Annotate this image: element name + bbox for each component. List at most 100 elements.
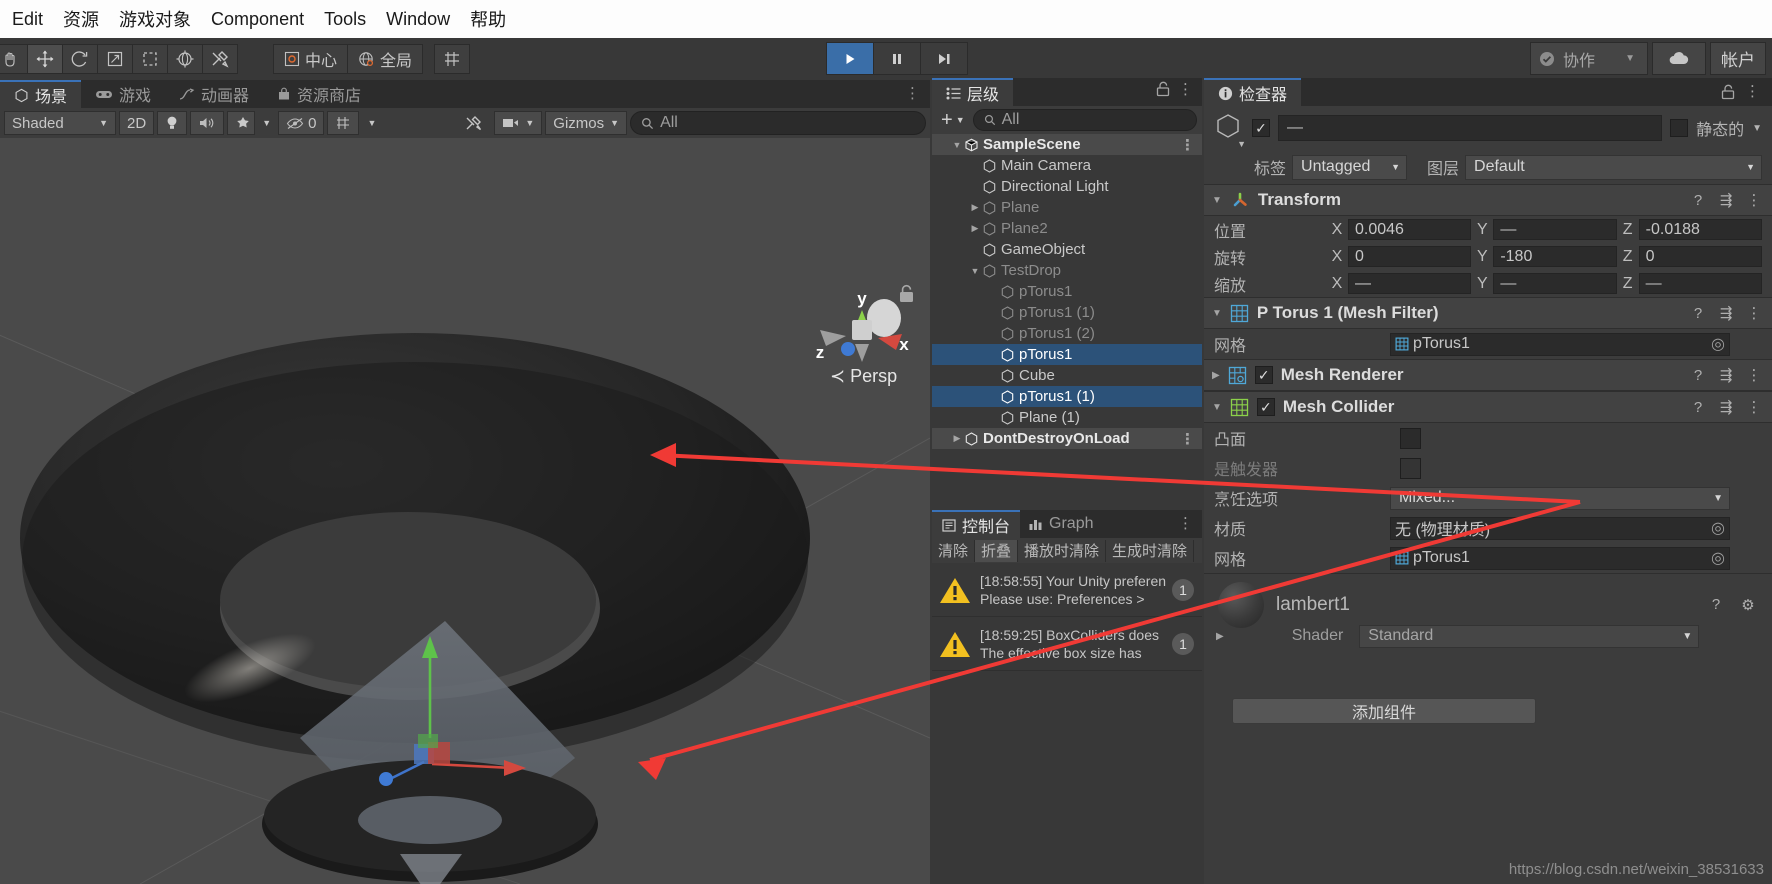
foldout-closed-icon[interactable]: ▶ <box>1212 370 1220 381</box>
tag-dropdown[interactable]: Untagged ▼ <box>1292 154 1408 180</box>
foldout-open-icon[interactable]: ▼ <box>1212 195 1222 206</box>
mesh-filter-component-header[interactable]: ▼ P Torus 1 (Mesh Filter) ? ⇶ ⋮ <box>1204 297 1772 329</box>
scene-layers-dropdown[interactable]: ▼ <box>362 111 382 135</box>
collider-mesh-field[interactable]: pTorus1 ◎ <box>1390 546 1730 570</box>
foldout-closed-icon[interactable]: ▶ <box>1216 631 1224 642</box>
tab-hierarchy[interactable]: 层级 <box>932 78 1014 106</box>
kebab-icon[interactable]: ⋮ <box>1180 430 1195 448</box>
transform-tool-button[interactable] <box>167 44 203 74</box>
menu-item-window[interactable]: Window <box>386 9 450 30</box>
is-trigger-checkbox[interactable] <box>1400 457 1421 479</box>
object-name-input[interactable]: — <box>1278 115 1663 141</box>
console-button-清除[interactable]: 清除 <box>932 539 976 562</box>
hierarchy-item-samplescene[interactable]: ▼ SampleScene ⋮ <box>932 134 1202 155</box>
tab-console[interactable]: 控制台 <box>932 510 1021 538</box>
hierarchy-kebab-icon[interactable]: ⋮ <box>1171 80 1202 104</box>
help-icon[interactable]: ? <box>1688 192 1708 209</box>
help-icon[interactable]: ? <box>1688 367 1708 384</box>
hierarchy-list[interactable]: ▼ SampleScene ⋮ Main Camera Directional Ligh… <box>932 134 1202 508</box>
menu-item-help[interactable]: 帮助 <box>470 6 506 32</box>
hierarchy-item-directional-light[interactable]: Directional Light <box>932 176 1202 197</box>
hierarchy-item-gameobject[interactable]: GameObject <box>932 239 1202 260</box>
convex-checkbox[interactable] <box>1400 427 1421 449</box>
help-icon[interactable]: ? <box>1688 399 1708 416</box>
menu-item-edit[interactable]: Edit <box>12 9 43 30</box>
pivot-mode-button[interactable]: 中心 <box>273 44 349 74</box>
scale-tool-button[interactable] <box>97 44 133 74</box>
scene-fx-dropdown[interactable]: ▼ <box>258 111 276 135</box>
transform-field-z[interactable]: 0 <box>1638 246 1762 267</box>
tab-scene[interactable]: 场景 <box>0 80 82 108</box>
object-type-icon[interactable]: ▼ <box>1214 112 1246 149</box>
foldout-closed-icon[interactable]: ▶ <box>950 433 964 444</box>
menu-item-gameobject[interactable]: 游戏对象 <box>119 6 191 32</box>
mesh-collider-component-header[interactable]: ▼ ✓ Mesh Collider ? ⇶ ⋮ <box>1204 391 1772 423</box>
lock-icon[interactable] <box>1155 81 1171 97</box>
console-log-entry[interactable]: [18:58:55] Your Unity preferen Please use… <box>932 563 1202 617</box>
object-picker-icon[interactable]: ◎ <box>1711 334 1725 354</box>
hierarchy-item-ptorus1-1[interactable]: pTorus1 (1) <box>932 386 1202 407</box>
scene-gizmos-tool-button[interactable] <box>457 111 492 135</box>
shading-mode-dropdown[interactable]: Shaded ▼ <box>4 111 116 135</box>
scene-audio-button[interactable] <box>190 111 225 135</box>
scene-viewport[interactable]: y x z ≺ Persp <box>0 138 930 884</box>
foldout-closed-icon[interactable]: ▶ <box>968 223 982 234</box>
hierarchy-item-ptorus1-2[interactable]: pTorus1 (2) <box>932 323 1202 344</box>
shader-dropdown[interactable]: Standard ▼ <box>1359 624 1700 648</box>
console-kebab-icon[interactable]: ⋮ <box>1178 514 1202 538</box>
space-mode-button[interactable]: 全局 <box>347 44 424 74</box>
transform-field-x[interactable]: — <box>1348 273 1472 294</box>
foldout-open-icon[interactable]: ▼ <box>1212 308 1222 319</box>
rotate-tool-button[interactable] <box>62 44 98 74</box>
hierarchy-item-plane2[interactable]: ▶ Plane2 <box>932 218 1202 239</box>
scene-layers-button[interactable] <box>327 111 360 135</box>
preset-icon[interactable]: ⇶ <box>1716 304 1736 322</box>
transform-component-header[interactable]: ▼ Transform ? ⇶ ⋮ <box>1204 184 1772 216</box>
create-object-button[interactable]: + ▼ <box>937 109 969 132</box>
hierarchy-item-ptorus1-1[interactable]: pTorus1 (1) <box>932 302 1202 323</box>
mesh-renderer-enabled-checkbox[interactable]: ✓ <box>1254 366 1273 384</box>
kebab-icon[interactable]: ⋮ <box>1744 366 1764 384</box>
object-picker-icon[interactable]: ◎ <box>1711 518 1725 538</box>
scene-visibility-button[interactable]: 0 <box>278 111 325 135</box>
hierarchy-item-plane-1[interactable]: Plane (1) <box>932 407 1202 428</box>
console-button-生成时清除[interactable]: 生成时清除 <box>1106 539 1195 562</box>
cooking-options-dropdown[interactable]: Mixed... ▼ <box>1390 486 1730 510</box>
kebab-icon[interactable]: ⋮ <box>1744 398 1764 416</box>
hierarchy-item-cube[interactable]: Cube <box>932 365 1202 386</box>
menu-item-component[interactable]: Component <box>211 9 304 30</box>
help-icon[interactable]: ? <box>1706 596 1726 613</box>
console-log-entry[interactable]: [18:59:25] BoxColliders does The effectiv… <box>932 617 1202 671</box>
transform-field-x[interactable]: 0.0046 <box>1348 219 1472 240</box>
persp-label-group[interactable]: ≺ Persp <box>830 366 897 387</box>
hierarchy-item-ptorus1[interactable]: pTorus1 <box>932 344 1202 365</box>
static-checkbox[interactable] <box>1670 119 1689 137</box>
kebab-icon[interactable]: ⋮ <box>1180 136 1195 154</box>
hierarchy-item-plane[interactable]: ▶ Plane <box>932 197 1202 218</box>
tab-asset-store[interactable]: 资源商店 <box>263 80 376 108</box>
foldout-open-icon[interactable]: ▼ <box>1212 402 1222 413</box>
account-button[interactable]: 帐户 <box>1710 42 1766 75</box>
kebab-icon[interactable]: ⋮ <box>1744 304 1764 322</box>
collab-button[interactable]: 协作 ▼ <box>1530 42 1648 75</box>
preset-icon[interactable]: ⇶ <box>1716 398 1736 416</box>
transform-field-z[interactable]: — <box>1638 273 1762 294</box>
transform-field-y[interactable]: — <box>1493 219 1617 240</box>
inspector-kebab-icon[interactable]: ⋮ <box>1736 82 1772 106</box>
move-tool-button[interactable] <box>27 44 63 74</box>
step-button[interactable] <box>920 42 968 75</box>
menu-item-tools[interactable]: Tools <box>324 9 366 30</box>
help-icon[interactable]: ? <box>1688 305 1708 322</box>
hand-tool-button[interactable] <box>0 44 28 74</box>
gear-icon[interactable]: ⚙ <box>1738 596 1758 614</box>
tab-inspector[interactable]: 检查器 <box>1204 78 1302 106</box>
mesh-collider-enabled-checkbox[interactable]: ✓ <box>1256 398 1275 416</box>
console-log-list[interactable]: [18:58:55] Your Unity preferen Please use… <box>932 563 1202 884</box>
gizmos-dropdown[interactable]: Gizmos ▼ <box>545 111 628 135</box>
tab-animator[interactable]: 动画器 <box>165 80 264 108</box>
layer-dropdown[interactable]: Default ▼ <box>1465 154 1762 180</box>
add-component-button[interactable]: 添加组件 <box>1232 698 1536 724</box>
mesh-renderer-component-header[interactable]: ▶ ✓ Mesh Renderer ? ⇶ ⋮ <box>1204 359 1772 391</box>
cloud-button[interactable] <box>1652 42 1706 75</box>
transform-field-y[interactable]: — <box>1493 273 1617 294</box>
